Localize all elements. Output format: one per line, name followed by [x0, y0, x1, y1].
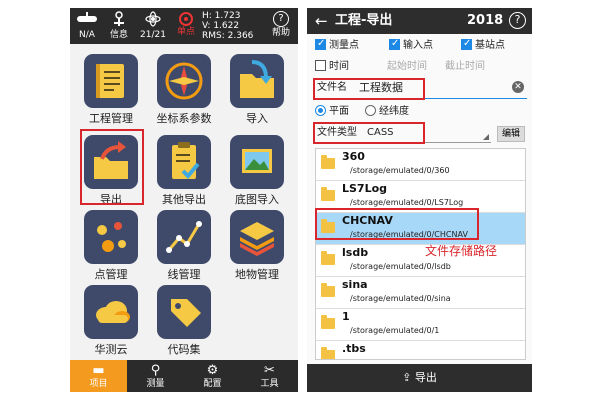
precision-readout: H: 1.723 V: 1.622 RMS: 2.366	[202, 11, 253, 41]
signal-icon	[104, 11, 134, 29]
info-status[interactable]: 信息	[104, 8, 134, 44]
radio-empty-icon	[365, 105, 376, 116]
solution-status[interactable]: 单点	[172, 8, 200, 44]
h-precision: H: 1.723	[202, 11, 241, 21]
export-header: ← 工程-导出 2018 ?	[307, 8, 532, 34]
tile-coord-params[interactable]: 坐标系参数	[149, 54, 219, 125]
tools-icon: ✂	[264, 363, 275, 378]
tile-feature-manage[interactable]: 地物管理	[222, 210, 292, 281]
help-button[interactable]: ? 帮助	[266, 8, 296, 44]
nav-survey[interactable]: ⚲ 测量	[127, 360, 184, 392]
path-highlight	[315, 208, 479, 240]
export-highlight	[80, 129, 144, 205]
status-bar: N/A 信息 21/21 单点 H: 1.723 V: 1.622 RMS: 2…	[70, 8, 298, 44]
clear-icon[interactable]: ✕	[512, 81, 524, 93]
list-item[interactable]: .tbs	[316, 341, 525, 359]
tile-code-set[interactable]: 代码集	[149, 285, 219, 356]
folder-icon	[321, 283, 335, 297]
check-input-point[interactable]: 输入点	[389, 37, 433, 53]
left-screen: N/A 信息 21/21 单点 H: 1.723 V: 1.622 RMS: 2…	[70, 8, 298, 392]
page-title: 工程-导出	[335, 13, 393, 28]
export-icon: ⇪	[402, 371, 412, 384]
notebook-icon	[84, 54, 138, 108]
checkbox-checked-icon	[315, 37, 326, 51]
points-icon	[84, 210, 138, 264]
receiver-icon	[72, 11, 102, 29]
folder-icon: ▬	[92, 363, 105, 378]
tile-basemap-import[interactable]: 底图导入	[222, 135, 292, 206]
time-start-input[interactable]: 起始时间	[387, 60, 427, 74]
filetype-highlight	[313, 122, 425, 144]
nav-project[interactable]: ▬ 项目	[70, 360, 127, 392]
check-measure-point[interactable]: 测量点	[315, 37, 359, 53]
image-icon	[230, 135, 284, 189]
layers-icon	[230, 210, 284, 264]
check-time[interactable]: 时间	[315, 60, 349, 74]
tile-project-manage[interactable]: 工程管理	[76, 54, 146, 125]
dropdown-corner-icon	[483, 134, 489, 140]
checkbox-checked-icon	[389, 37, 400, 51]
target-icon	[179, 12, 193, 26]
radio-selected-icon	[315, 105, 326, 116]
device-status[interactable]: N/A	[72, 8, 102, 44]
checkbox-empty-icon	[315, 60, 326, 71]
year-label: 2018	[467, 13, 504, 28]
help-icon: ?	[273, 11, 289, 27]
bottom-nav: ▬ 项目 ⚲ 测量 ⚙ 配置 ✂ 工具	[70, 360, 298, 392]
tile-line-manage[interactable]: 线管理	[149, 210, 219, 281]
clipboard-check-icon	[157, 135, 211, 189]
survey-icon: ⚲	[150, 363, 161, 378]
folder-icon	[321, 155, 335, 169]
folder-icon	[321, 315, 335, 329]
list-item[interactable]: 360 /storage/emulated/0/360	[316, 149, 525, 181]
right-screen: ← 工程-导出 2018 ? 测量点 输入点 基站点 时间 起始时间 截止时间 …	[307, 8, 532, 392]
compass-icon	[157, 54, 211, 108]
satellite-icon	[136, 11, 170, 29]
path-annotation: 文件存储路径	[425, 244, 498, 258]
folder-icon	[321, 251, 335, 265]
tile-import[interactable]: 导入	[222, 54, 292, 125]
help-icon[interactable]: ?	[509, 12, 526, 29]
time-end-input[interactable]: 截止时间	[445, 60, 485, 74]
nav-tools[interactable]: ✂ 工具	[241, 360, 298, 392]
rms-value: RMS: 2.366	[202, 31, 254, 41]
radio-latlon[interactable]: 经纬度	[365, 105, 409, 119]
radio-plane[interactable]: 平面	[315, 105, 349, 119]
nav-config[interactable]: ⚙ 配置	[184, 360, 241, 392]
line-graph-icon	[157, 210, 211, 264]
tile-point-manage[interactable]: 点管理	[76, 210, 146, 281]
folder-import-icon	[230, 54, 284, 108]
tag-icon	[157, 285, 211, 339]
tile-other-export[interactable]: 其他导出	[149, 135, 219, 206]
export-button[interactable]: ⇪ 导出	[307, 364, 532, 392]
back-icon[interactable]: ←	[315, 11, 328, 31]
checkbox-checked-icon	[461, 37, 472, 51]
cloud-icon	[84, 285, 138, 339]
check-base-point[interactable]: 基站点	[461, 37, 505, 53]
list-item[interactable]: sina /storage/emulated/0/sina	[316, 277, 525, 309]
v-precision: V: 1.622	[202, 21, 240, 31]
list-item[interactable]: 1 /storage/emulated/0/1	[316, 309, 525, 341]
edit-button[interactable]: 编辑	[497, 126, 525, 142]
tile-huace-cloud[interactable]: 华测云	[76, 285, 146, 356]
satellite-status[interactable]: 21/21	[136, 8, 170, 44]
filename-highlight	[313, 78, 425, 100]
gear-icon: ⚙	[206, 363, 219, 378]
folder-icon	[321, 347, 335, 359]
folder-icon	[321, 187, 335, 201]
